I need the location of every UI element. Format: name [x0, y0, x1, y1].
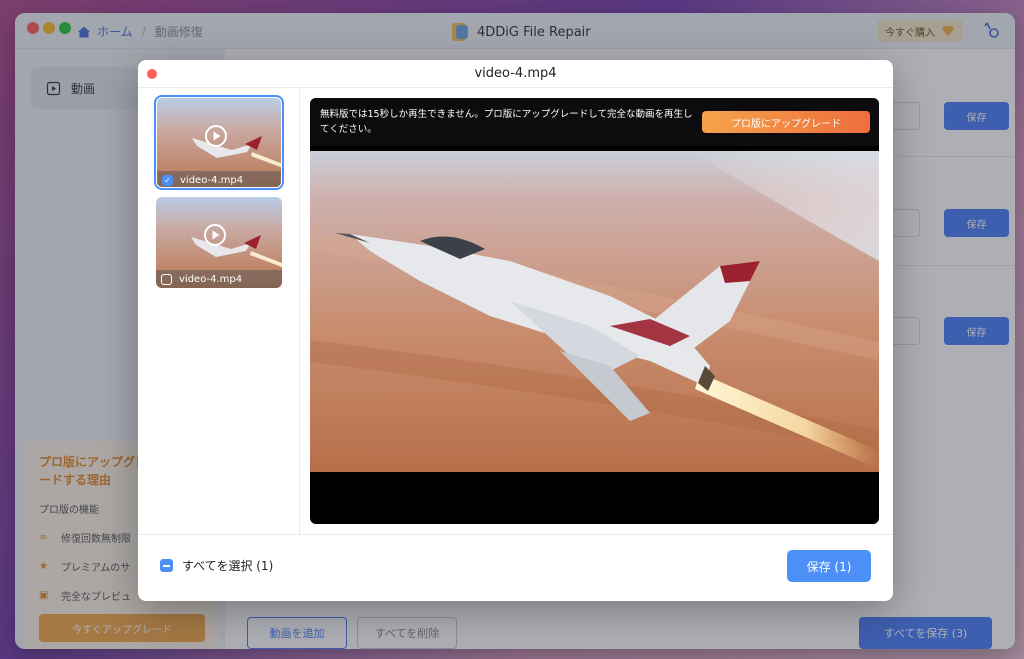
indeterminate-checkbox-icon	[160, 559, 173, 572]
select-all-label: すべてを選択 (1)	[182, 559, 274, 573]
thumbnail-filename: video-4.mp4	[180, 174, 244, 186]
dialog-title: video-4.mp4	[474, 66, 557, 81]
upgrade-to-pro-button[interactable]: プロ版にアップグレード	[702, 111, 870, 133]
dialog-footer: すべてを選択 (1) 保存 (1)	[138, 534, 893, 601]
thumbnail-item[interactable]: ✓ video-4.mp4	[154, 95, 284, 190]
thumbnail-label-bar: ✓ video-4.mp4	[157, 171, 281, 187]
thumbnail-checkbox-unchecked[interactable]	[161, 273, 172, 285]
trial-notice-bar: 無料版では15秒しか再生できません。プロ版にアップグレードして完全な動画を再生し…	[310, 98, 879, 146]
thumbnail-filename: video-4.mp4	[179, 273, 243, 285]
video-player[interactable]: 無料版では15秒しか再生できません。プロ版にアップグレードして完全な動画を再生し…	[310, 98, 879, 524]
preview-dialog: video-4.mp4 ✓ video-4.mp4 video-4.mp4 無料…	[138, 60, 893, 601]
trial-notice-text: 無料版では15秒しか再生できません。プロ版にアップグレードして完全な動画を再生し…	[320, 109, 693, 135]
thumbnail-item[interactable]: video-4.mp4	[156, 197, 282, 288]
select-all-checkbox[interactable]: すべてを選択 (1)	[160, 557, 273, 574]
dialog-header: video-4.mp4	[138, 60, 893, 88]
thumbnail-checkbox-checked[interactable]: ✓	[162, 174, 173, 186]
thumbnail-label-bar: video-4.mp4	[156, 270, 282, 288]
play-icon[interactable]	[205, 125, 227, 147]
save-selected-button[interactable]: 保存 (1)	[787, 550, 871, 582]
video-frame	[310, 151, 879, 472]
play-icon[interactable]	[204, 224, 226, 246]
thumbnail-list: ✓ video-4.mp4 video-4.mp4	[138, 88, 300, 534]
